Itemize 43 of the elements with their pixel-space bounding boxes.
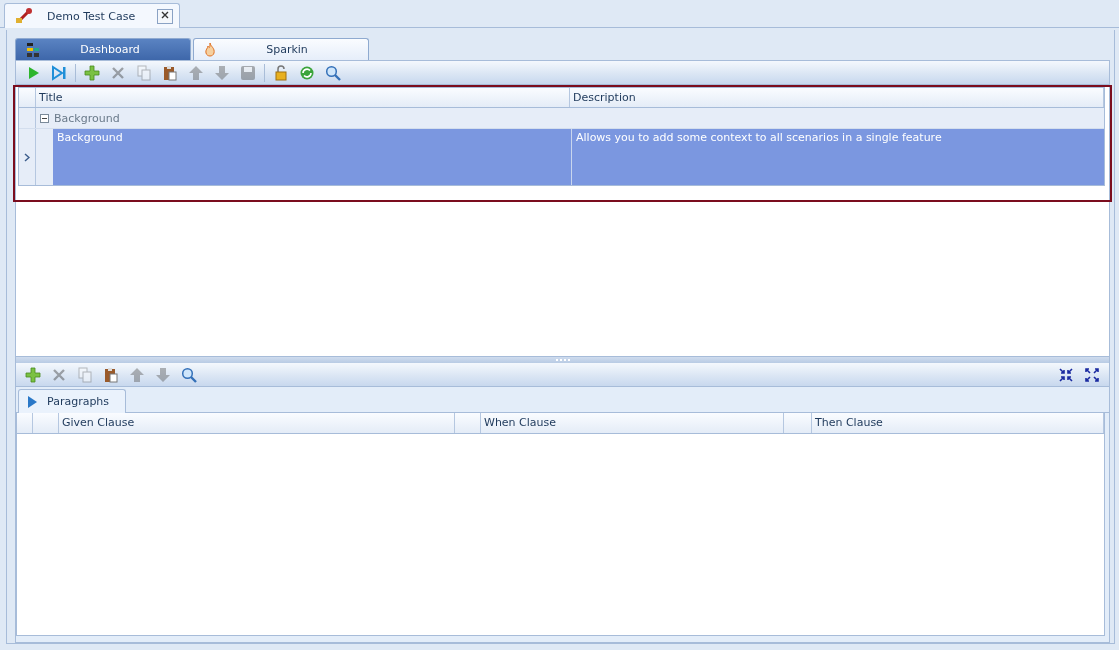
clipboard-icon <box>103 366 119 383</box>
flame-icon <box>204 41 216 58</box>
x-icon <box>51 366 67 383</box>
search-icon <box>325 64 341 81</box>
row-indicator-icon <box>24 152 30 162</box>
group-row[interactable]: Background <box>19 108 1104 129</box>
document-tab[interactable]: Demo Test Case <box>4 3 180 28</box>
column-header[interactable]: Title <box>36 88 570 107</box>
padlock-icon <box>273 64 289 81</box>
wrench-icon <box>15 8 33 24</box>
close-button[interactable] <box>157 8 173 24</box>
table-cell: Background <box>57 131 123 144</box>
tab[interactable]: Paragraphs <box>18 389 126 413</box>
column-header[interactable]: Given Clause <box>59 413 455 433</box>
clipboard-icon <box>162 64 178 81</box>
collapse-toggle[interactable] <box>40 113 49 123</box>
network-icon <box>26 41 40 58</box>
plus-icon <box>84 64 100 81</box>
column-header[interactable]: When Clause <box>481 413 784 433</box>
down-arrow-icon <box>214 64 230 81</box>
column-header[interactable]: Description <box>570 88 1104 107</box>
copy-icon <box>136 64 152 81</box>
close-icon <box>161 11 169 19</box>
search-icon <box>181 366 197 383</box>
copy-icon <box>77 366 93 383</box>
step-icon <box>51 64 67 81</box>
expand-icon <box>1084 366 1100 383</box>
tab[interactable]: Sparkin <box>193 38 369 60</box>
group-label: Background <box>54 111 120 125</box>
collapse-icon <box>1058 366 1074 383</box>
up-arrow-icon <box>188 64 204 81</box>
refresh-icon <box>299 64 315 81</box>
x-icon <box>110 64 126 81</box>
table-cell: Allows you to add some context to all scenarios in a single feature <box>576 131 942 144</box>
plus-icon <box>25 366 41 383</box>
up-arrow-icon <box>129 366 145 383</box>
column-header[interactable]: Then Clause <box>812 413 1104 433</box>
indent-cell <box>36 129 53 185</box>
splitter-handle[interactable] <box>16 357 1109 363</box>
document-tab-title: Demo Test Case <box>47 9 136 23</box>
down-arrow-icon <box>155 366 171 383</box>
play-icon <box>27 395 37 408</box>
tab[interactable]: Dashboard <box>15 38 191 60</box>
